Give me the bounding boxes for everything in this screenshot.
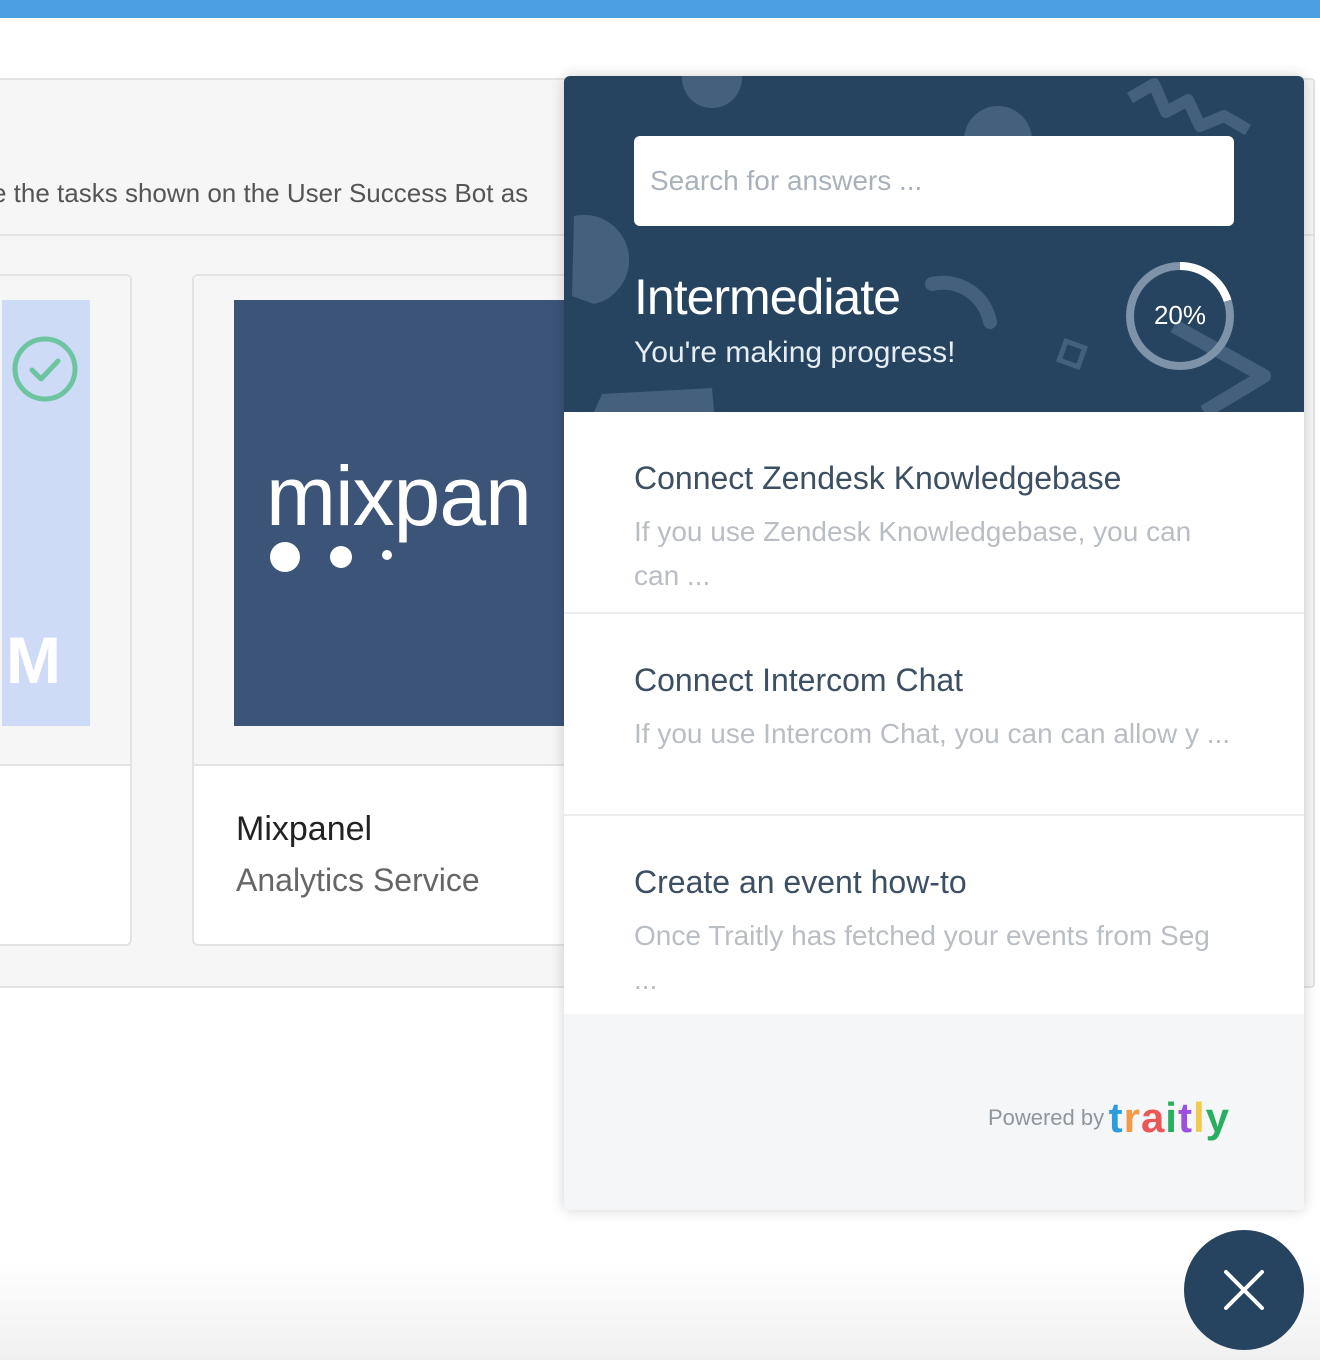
integration-card-mixpanel[interactable]: mixpan Mixpanel Analytics Service xyxy=(192,274,594,946)
card-image-area: mixpan xyxy=(194,276,594,766)
brand-letter: y xyxy=(1205,1094,1230,1141)
task-title: Connect Zendesk Knowledgebase xyxy=(634,460,1122,496)
brand-letter: l xyxy=(1192,1094,1206,1141)
search-input[interactable] xyxy=(634,136,1234,226)
brand-letter: t xyxy=(1177,1094,1193,1141)
level-subtitle: You're making progress! xyxy=(634,336,956,369)
task-title: Connect Intercom Chat xyxy=(634,662,964,698)
task-item[interactable]: Create an event how-to Once Traitly has … xyxy=(564,816,1304,1018)
card-title: Mixpanel xyxy=(236,810,373,848)
logo-dot xyxy=(330,546,352,568)
card-logo: M xyxy=(2,300,90,726)
mixpanel-logo: mixpan xyxy=(234,300,594,726)
top-accent-bar xyxy=(0,0,1320,18)
logo-dot xyxy=(270,542,300,572)
logo-dot xyxy=(382,550,392,560)
progress-percentage: 20% xyxy=(1153,300,1207,330)
task-description: If you use Intercom Chat, you can can al… xyxy=(634,718,1231,749)
brand-letter: a xyxy=(1140,1094,1166,1141)
close-widget-button[interactable] xyxy=(1184,1230,1304,1350)
task-description: If you use Zendesk Knowledgebase, you ca… xyxy=(634,516,1192,591)
integration-card[interactable]: M xyxy=(0,274,132,946)
page-bottom-fade xyxy=(0,1260,1320,1360)
powered-by-link[interactable]: Powered by traitly xyxy=(988,1094,1230,1142)
task-description: Once Traitly has fetched your events fro… xyxy=(634,920,1210,995)
level-title: Intermediate xyxy=(634,269,901,325)
brand-letter: t xyxy=(1108,1094,1124,1141)
brand-letter: i xyxy=(1165,1094,1178,1141)
brand-letter: r xyxy=(1123,1094,1141,1141)
panel-description: e the tasks shown on the User Success Bo… xyxy=(0,178,529,208)
powered-by-label: Powered by xyxy=(987,1105,1105,1130)
widget-footer: Powered by traitly xyxy=(564,1014,1304,1210)
card-image-area: M xyxy=(0,276,130,766)
widget-header: Intermediate You're making progress! 20% xyxy=(564,76,1304,412)
check-circle-icon xyxy=(12,336,78,402)
card-subtitle: Analytics Service xyxy=(236,862,480,898)
task-item[interactable]: Connect Intercom Chat If you use Interco… xyxy=(564,614,1304,816)
traitly-logo: traitly xyxy=(1109,1094,1230,1141)
card-logo-letter: M xyxy=(6,623,61,697)
success-bot-widget: Intermediate You're making progress! 20%… xyxy=(564,76,1304,1210)
close-icon xyxy=(1224,1270,1264,1310)
mixpanel-logo-text: mixpan xyxy=(266,449,532,543)
task-item[interactable]: Connect Zendesk Knowledgebase If you use… xyxy=(564,412,1304,614)
task-title: Create an event how-to xyxy=(634,864,967,900)
